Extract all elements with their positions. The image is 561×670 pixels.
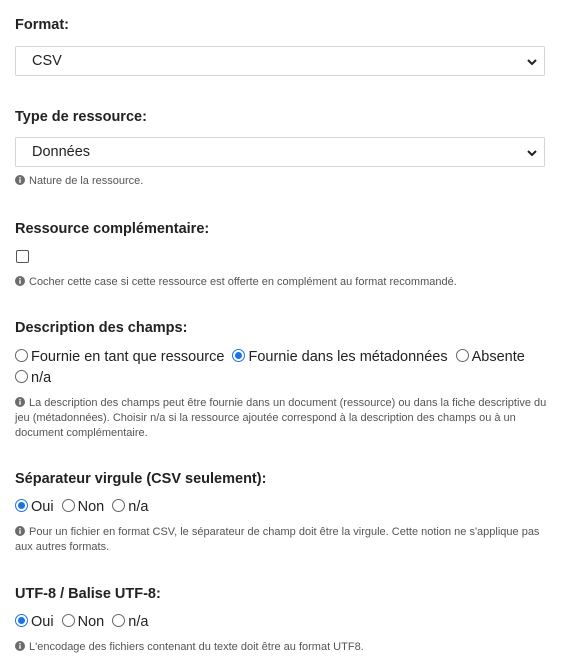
radio-option[interactable]: Absente	[455, 349, 525, 365]
type-ressource-label: Type de ressource:	[15, 109, 147, 125]
type-ressource-select-value: Données	[32, 144, 91, 160]
radio-option[interactable]: n/a	[112, 499, 148, 515]
utf8-help: L'encodage des fichiers contenant du tex…	[15, 640, 364, 655]
separateur-virgule-help-line: aux autres formats.	[15, 541, 110, 553]
radio-button[interactable]	[112, 499, 126, 512]
info-circle-icon	[15, 397, 25, 407]
ressource-complementaire-checkbox[interactable]	[16, 250, 29, 263]
description-champs-label: Description des champs:	[15, 320, 188, 336]
description-champs-radio-group-row2: n/a	[15, 370, 55, 386]
radio-label[interactable]: Non	[78, 499, 105, 515]
radio-label[interactable]: Fournie dans les métadonnées	[248, 349, 447, 365]
utf8-label: UTF-8 / Balise UTF-8:	[15, 586, 161, 602]
separateur-virgule-radio-group: Oui Non n/a	[15, 499, 152, 515]
type-ressource-help: Nature de la ressource.	[15, 174, 143, 189]
info-circle-icon	[15, 175, 25, 185]
chevron-down-icon	[527, 59, 537, 66]
radio-button[interactable]	[61, 499, 75, 512]
chevron-down-icon	[527, 150, 537, 157]
info-circle-icon	[15, 526, 25, 536]
radio-button[interactable]	[61, 614, 75, 627]
separateur-virgule-help: Pour un fichier en format CSV, le sépara…	[15, 525, 550, 555]
radio-label[interactable]: Absente	[472, 349, 525, 365]
ressource-complementaire-help: Cocher cette case si cette ressource est…	[15, 275, 457, 290]
radio-button[interactable]	[112, 614, 126, 627]
radio-button[interactable]	[455, 349, 469, 362]
radio-option[interactable]: Fournie en tant que ressource	[15, 349, 224, 365]
type-ressource-select[interactable]: Données	[15, 137, 545, 167]
description-champs-help-line: La description des champs peut être four…	[29, 397, 547, 409]
utf8-help-text: L'encodage des fichiers contenant du tex…	[29, 641, 364, 653]
radio-option[interactable]: Fournie dans les métadonnées	[232, 349, 448, 365]
radio-button-selected[interactable]	[15, 499, 28, 512]
radio-option[interactable]: n/a	[15, 370, 51, 386]
separateur-virgule-label: Séparateur virgule (CSV seulement):	[15, 471, 267, 487]
description-champs-radio-group: Fournie en tant que ressource Fournie da…	[15, 349, 529, 365]
radio-option[interactable]: Oui	[15, 499, 54, 515]
radio-option[interactable]: n/a	[112, 614, 148, 630]
radio-label[interactable]: n/a	[128, 499, 148, 515]
radio-option[interactable]: Non	[61, 499, 105, 515]
radio-label[interactable]: Oui	[31, 614, 54, 630]
format-label: Format:	[15, 17, 69, 33]
utf8-radio-group: Oui Non n/a	[15, 614, 152, 630]
type-ressource-help-text: Nature de la ressource.	[29, 175, 144, 187]
radio-label[interactable]: Fournie en tant que ressource	[31, 349, 224, 365]
format-select-value: CSV	[32, 53, 62, 69]
separateur-virgule-help-line: Pour un fichier en format CSV, le sépara…	[29, 526, 540, 538]
info-circle-icon	[15, 276, 25, 286]
ressource-complementaire-help-text: Cocher cette case si cette ressource est…	[29, 276, 457, 288]
description-champs-help: La description des champs peut être four…	[15, 396, 550, 441]
radio-option[interactable]: Non	[61, 614, 105, 630]
info-circle-icon	[15, 641, 25, 651]
radio-button[interactable]	[15, 370, 28, 383]
radio-label[interactable]: n/a	[128, 614, 148, 630]
radio-button-selected[interactable]	[15, 614, 28, 627]
radio-label[interactable]: n/a	[31, 370, 51, 386]
radio-label[interactable]: Oui	[31, 499, 54, 515]
format-select[interactable]: CSV	[15, 46, 545, 76]
radio-label[interactable]: Non	[78, 614, 105, 630]
description-champs-help-line: jeu (métadonnées). Choisir n/a si la res…	[15, 412, 516, 424]
radio-button-selected[interactable]	[232, 349, 246, 362]
radio-button[interactable]	[15, 349, 28, 362]
ressource-complementaire-label: Ressource complémentaire:	[15, 221, 210, 237]
description-champs-help-line: document complémentaire.	[15, 427, 148, 439]
radio-option[interactable]: Oui	[15, 614, 54, 630]
